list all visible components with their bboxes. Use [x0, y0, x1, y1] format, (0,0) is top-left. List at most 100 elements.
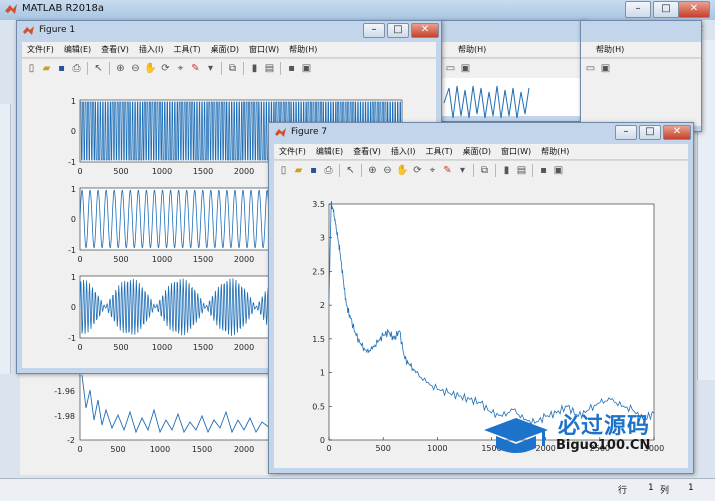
menu-file[interactable]: 文件(F)	[22, 42, 59, 57]
sp3-xtick-4: 2000	[234, 343, 254, 352]
figure-1-menubar: 文件(F) 编辑(E) 查看(V) 插入(I) 工具(T) 桌面(D) 窗口(W…	[22, 42, 436, 57]
y-tick-label: 3.5	[312, 200, 325, 209]
watermark: 必过源码 Biguo100.CN	[480, 408, 680, 468]
rotate-icon[interactable]: ⟳	[411, 164, 424, 177]
new-figure-icon[interactable]: ▯	[277, 164, 290, 177]
bg-ytick-1: -1.98	[54, 412, 75, 421]
menu-tools[interactable]: 工具(T)	[168, 42, 205, 57]
col-label: 列	[660, 486, 670, 496]
menu-desktop[interactable]: 桌面(D)	[458, 144, 496, 159]
pointer-icon[interactable]: ↖	[92, 62, 105, 75]
figure-7-titlebar[interactable]: Figure 7 – □ ✕	[269, 123, 693, 143]
brush-icon[interactable]: ✎	[189, 62, 202, 75]
graduation-cap-logo-icon	[484, 418, 548, 453]
brush-dropdown-icon[interactable]: ▾	[456, 164, 469, 177]
hide-plot-tools-icon[interactable]: ▪	[537, 164, 550, 177]
legend-icon[interactable]: ▤	[515, 164, 528, 177]
show-plot-tools-icon[interactable]: ▣	[552, 164, 565, 177]
plot-area	[328, 203, 655, 441]
data-cursor-icon[interactable]: ⌖	[426, 164, 439, 177]
maximize-button[interactable]: □	[653, 1, 679, 18]
sp1-xtick-3: 1500	[193, 167, 213, 176]
brush-dropdown-icon[interactable]: ▾	[204, 62, 217, 75]
zoom-out-icon[interactable]: ⊖	[381, 164, 394, 177]
link-plot-icon[interactable]: ⧉	[226, 62, 239, 75]
sp1-ytick-0: 1	[71, 97, 76, 106]
menu-window[interactable]: 窗口(W)	[496, 144, 536, 159]
figure-1-close[interactable]: ✕	[411, 23, 439, 38]
menu-tools[interactable]: 工具(T)	[420, 144, 457, 159]
menu-desktop[interactable]: 桌面(D)	[206, 42, 244, 57]
sp2-ytick-1: 0	[71, 215, 76, 224]
open-file-icon[interactable]: ▰	[40, 62, 53, 75]
open-file-icon[interactable]: ▰	[292, 164, 305, 177]
toolbar-separator	[280, 62, 281, 75]
bg-xtick-3: 1500	[192, 445, 212, 454]
row-value: 1	[648, 483, 654, 493]
menu-help-back2[interactable]: 帮助(H)	[591, 42, 629, 57]
hide-plot-tools-icon[interactable]: ▣	[459, 62, 472, 75]
new-figure-icon[interactable]: ▯	[25, 62, 38, 75]
rotate-icon[interactable]: ⟳	[159, 62, 172, 75]
menu-help[interactable]: 帮助(H)	[453, 42, 491, 57]
bg-ytick-0: -1.96	[54, 387, 75, 396]
menu-view[interactable]: 查看(V)	[348, 144, 386, 159]
zoom-out-icon[interactable]: ⊖	[129, 62, 142, 75]
colorbar-icon[interactable]: ▮	[248, 62, 261, 75]
hide-plot-tools-icon[interactable]: ▪	[285, 62, 298, 75]
figure-window-back-2[interactable]: 帮助(H) ▭ ▣	[580, 20, 702, 132]
figure-7-minimize[interactable]: –	[615, 125, 637, 140]
save-icon[interactable]: ▪	[55, 62, 68, 75]
menu-file[interactable]: 文件(F)	[274, 144, 311, 159]
status-bar: 行 1 列 1	[0, 478, 715, 501]
print-icon[interactable]: ⎙	[70, 62, 83, 75]
zoom-in-icon[interactable]: ⊕	[366, 164, 379, 177]
brush-icon[interactable]: ✎	[441, 164, 454, 177]
show-plot-tools-icon[interactable]: ▣	[300, 62, 313, 75]
figure-1-maximize[interactable]: □	[387, 23, 409, 38]
data-cursor-icon[interactable]: ⌖	[174, 62, 187, 75]
figure-7-title: Figure 7	[291, 127, 328, 137]
menu-edit[interactable]: 编辑(E)	[311, 144, 348, 159]
show-plot-tools-icon[interactable]: ▭	[444, 62, 457, 75]
figure-7-maximize[interactable]: □	[639, 125, 661, 140]
hide-plot-tools-icon-2[interactable]: ▣	[599, 62, 612, 75]
toolbar-separator	[339, 164, 340, 177]
col-value: 1	[688, 483, 694, 493]
link-plot-icon[interactable]: ⧉	[478, 164, 491, 177]
figure-window-back-1[interactable]: 帮助(H) ▭ ▣	[440, 20, 587, 122]
pan-icon[interactable]: ✋	[396, 164, 409, 177]
show-plot-tools-icon-2[interactable]: ▭	[584, 62, 597, 75]
menu-insert[interactable]: 插入(I)	[134, 42, 169, 57]
y-tick-label: 0.5	[312, 402, 325, 411]
minimize-button[interactable]: –	[625, 1, 651, 18]
save-icon[interactable]: ▪	[307, 164, 320, 177]
sp1-ytick-1: 0	[71, 127, 76, 136]
sp3-ytick-2: -1	[68, 334, 76, 343]
colorbar-icon[interactable]: ▮	[500, 164, 513, 177]
back-figure-plot	[443, 85, 530, 119]
sp3-xtick-3: 1500	[193, 343, 213, 352]
figure-1-toolbar: ▯ ▰ ▪ ⎙ ↖ ⊕ ⊖ ✋ ⟳ ⌖ ✎ ▾ ⧉ ▮ ▤ ▪ ▣	[22, 58, 436, 79]
menu-view[interactable]: 查看(V)	[96, 42, 134, 57]
close-button[interactable]: ✕	[678, 1, 710, 18]
pointer-icon[interactable]: ↖	[344, 164, 357, 177]
figure-1-titlebar[interactable]: Figure 1 – □ ✕	[17, 21, 441, 41]
toolbar-separator	[532, 164, 533, 177]
menu-edit[interactable]: 编辑(E)	[59, 42, 96, 57]
pan-icon[interactable]: ✋	[144, 62, 157, 75]
toolbar-separator	[495, 164, 496, 177]
menu-insert[interactable]: 插入(I)	[386, 144, 421, 159]
figure-1-minimize[interactable]: –	[363, 23, 385, 38]
toolbar-separator	[361, 164, 362, 177]
toolbar-separator	[243, 62, 244, 75]
legend-icon[interactable]: ▤	[263, 62, 276, 75]
print-icon[interactable]: ⎙	[322, 164, 335, 177]
sp1-xtick-1: 500	[113, 167, 128, 176]
zoom-in-icon[interactable]: ⊕	[114, 62, 127, 75]
menu-help[interactable]: 帮助(H)	[536, 144, 574, 159]
sp2-ytick-0: 1	[71, 185, 76, 194]
figure-7-close[interactable]: ✕	[663, 125, 691, 140]
menu-window[interactable]: 窗口(W)	[244, 42, 284, 57]
menu-help[interactable]: 帮助(H)	[284, 42, 322, 57]
